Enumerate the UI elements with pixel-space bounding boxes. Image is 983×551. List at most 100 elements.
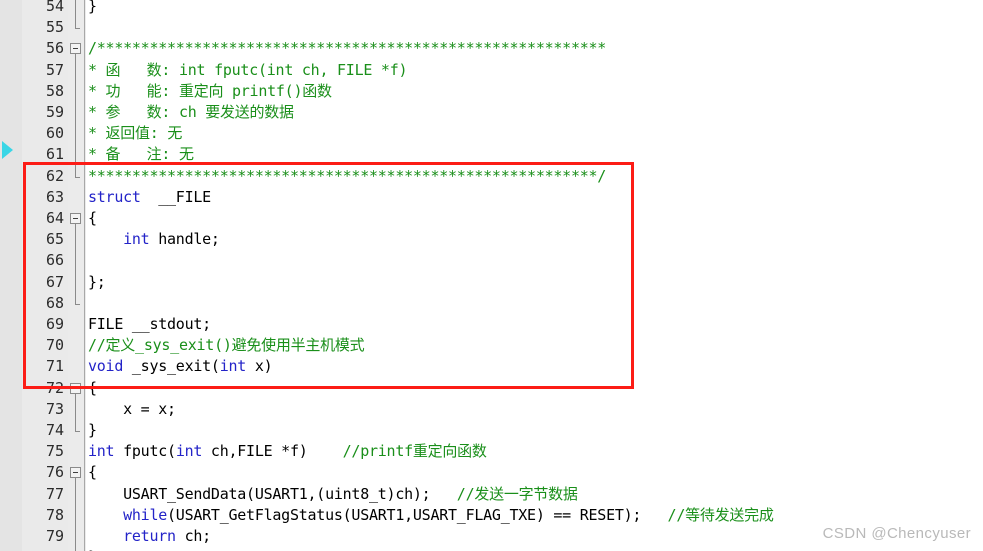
- code-text[interactable]: ****************************************…: [88, 166, 606, 187]
- token-text: (USART_GetFlagStatus(USART1,USART_FLAG_T…: [167, 505, 668, 524]
- token-comment: * 备 注: 无: [88, 145, 194, 164]
- code-text[interactable]: while(USART_GetFlagStatus(USART1,USART_F…: [88, 505, 774, 526]
- token-text: handle;: [149, 230, 220, 249]
- token-text: _sys_exit(: [123, 357, 220, 376]
- line-number: 64: [45, 209, 64, 227]
- fold-toggle-icon[interactable]: [70, 467, 81, 479]
- code-line-64[interactable]: 64 {: [0, 208, 983, 229]
- code-line-73[interactable]: 73 x = x;: [0, 399, 983, 420]
- code-line-56[interactable]: 56 /*************************************…: [0, 38, 983, 59]
- code-line-54[interactable]: 54}: [0, 0, 983, 17]
- code-line-68[interactable]: 68: [0, 293, 983, 314]
- code-line-70[interactable]: 70 //定义_sys_exit()避免使用半主机模式: [0, 335, 983, 356]
- code-line-59[interactable]: 59 * 参 数: ch 要发送的数据: [0, 102, 983, 123]
- line-number: 78: [45, 505, 64, 524]
- token-keyword: int: [219, 357, 247, 376]
- code-text[interactable]: {: [88, 208, 97, 229]
- code-text[interactable]: return ch;: [88, 526, 211, 547]
- fold-region-line: [75, 478, 76, 551]
- code-text[interactable]: {: [88, 378, 97, 399]
- code-line-58[interactable]: 58 * 功 能: 重定向 printf()函数: [0, 81, 983, 102]
- code-text[interactable]: }: [88, 0, 97, 17]
- fold-region-end-tick: [75, 303, 80, 305]
- token-keyword: struct: [88, 187, 141, 206]
- line-number: 71: [45, 357, 64, 376]
- token-text: }: [88, 0, 97, 15]
- line-number: 80: [22, 547, 64, 551]
- code-line-77[interactable]: 77 USART_SendData(USART1,(uint8_t)ch); /…: [0, 484, 983, 505]
- line-number: 66: [45, 251, 64, 270]
- code-text[interactable]: * 功 能: 重定向 printf()函数: [88, 81, 332, 102]
- token-keyword: int: [88, 442, 115, 461]
- watermark-label: CSDN @Chencyuser: [822, 525, 971, 542]
- code-text[interactable]: USART_SendData(USART1,(uint8_t)ch); //发送…: [88, 484, 578, 505]
- code-text[interactable]: * 返回值: 无: [88, 123, 182, 144]
- code-text[interactable]: /***************************************…: [88, 38, 606, 59]
- code-text[interactable]: int handle;: [88, 229, 220, 250]
- code-line-63[interactable]: 63 struct __FILE: [0, 187, 983, 208]
- fold-region-line: [75, 54, 76, 177]
- code-text[interactable]: }: [88, 420, 97, 441]
- fold-region-end-tick: [75, 28, 80, 30]
- code-line-55[interactable]: 55: [0, 17, 983, 38]
- code-text[interactable]: x = x;: [88, 399, 176, 420]
- code-line-60[interactable]: 60 * 返回值: 无: [0, 123, 983, 144]
- code-line-57[interactable]: 57 * 函 数: int fputc(int ch, FILE *f): [0, 60, 983, 81]
- token-text: x): [246, 357, 273, 376]
- code-line-69[interactable]: 69 FILE __stdout;: [0, 314, 983, 335]
- line-number: 77: [45, 484, 64, 503]
- fold-toggle-icon[interactable]: [70, 43, 81, 55]
- code-text[interactable]: FILE __stdout;: [88, 314, 211, 335]
- code-text[interactable]: {: [88, 462, 97, 483]
- code-line-61[interactable]: 61 * 备 注: 无: [0, 144, 983, 165]
- token-comment: * 参 数: ch 要发送的数据: [88, 103, 294, 121]
- bookmark-arrow-icon[interactable]: [2, 141, 13, 159]
- line-number: 70: [45, 336, 64, 355]
- line-number: 68: [45, 293, 64, 312]
- fold-toggle-icon[interactable]: [70, 213, 81, 224]
- token-keyword: int: [123, 230, 150, 249]
- line-number: 60: [45, 124, 64, 143]
- code-text[interactable]: }: [88, 547, 97, 551]
- line-number: 62: [45, 166, 64, 185]
- code-line-67[interactable]: 67};: [0, 272, 983, 293]
- code-text[interactable]: struct __FILE: [88, 187, 211, 208]
- token-comment: //等待发送完成: [667, 505, 774, 524]
- code-text[interactable]: };: [88, 272, 106, 293]
- token-text: x = x;: [88, 399, 176, 418]
- code-text[interactable]: * 函 数: int fputc(int ch, FILE *f): [88, 60, 408, 81]
- token-text: {: [88, 463, 97, 482]
- fold-region-line: [75, 224, 76, 304]
- code-text[interactable]: int fputc(int ch,FILE *f) //printf重定向函数: [88, 441, 487, 462]
- code-line-74[interactable]: 74}: [0, 420, 983, 441]
- code-text[interactable]: * 备 注: 无: [88, 144, 194, 165]
- token-text: FILE __stdout;: [88, 315, 211, 333]
- line-number: 54: [45, 0, 64, 15]
- line-number: 63: [45, 187, 64, 206]
- code-line-72[interactable]: 72 {: [0, 378, 983, 399]
- code-line-76[interactable]: 76 {: [0, 462, 983, 483]
- code-text[interactable]: //定义_sys_exit()避免使用半主机模式: [88, 335, 365, 356]
- token-keyword: int: [175, 442, 203, 461]
- code-line-71[interactable]: 71 void _sys_exit(int x): [0, 356, 983, 377]
- fold-toggle-icon[interactable]: [70, 382, 81, 394]
- code-text[interactable]: void _sys_exit(int x): [88, 356, 273, 377]
- line-number: 73: [45, 399, 64, 418]
- code-line-66[interactable]: 66: [0, 250, 983, 271]
- line-number: 55: [45, 18, 64, 37]
- line-number: 67: [45, 272, 64, 291]
- code-line-75[interactable]: 75 int fputc(int ch,FILE *f) //printf重定向函…: [0, 441, 983, 462]
- token-text: };: [88, 272, 106, 291]
- token-keyword: return: [123, 527, 176, 545]
- token-text: {: [88, 209, 97, 227]
- line-number: 74: [45, 421, 64, 439]
- code-line-62[interactable]: 62 **************************************…: [0, 166, 983, 187]
- code-text[interactable]: * 参 数: ch 要发送的数据: [88, 102, 294, 123]
- code-line-80[interactable]: 80}: [0, 547, 983, 551]
- code-line-65[interactable]: 65 int handle;: [0, 229, 983, 250]
- token-comment: ****************************************…: [88, 166, 607, 185]
- fold-region-line: [75, 393, 76, 431]
- code-line-78[interactable]: 78 while(USART_GetFlagStatus(USART1,USAR…: [0, 505, 983, 526]
- line-number: 69: [45, 315, 64, 333]
